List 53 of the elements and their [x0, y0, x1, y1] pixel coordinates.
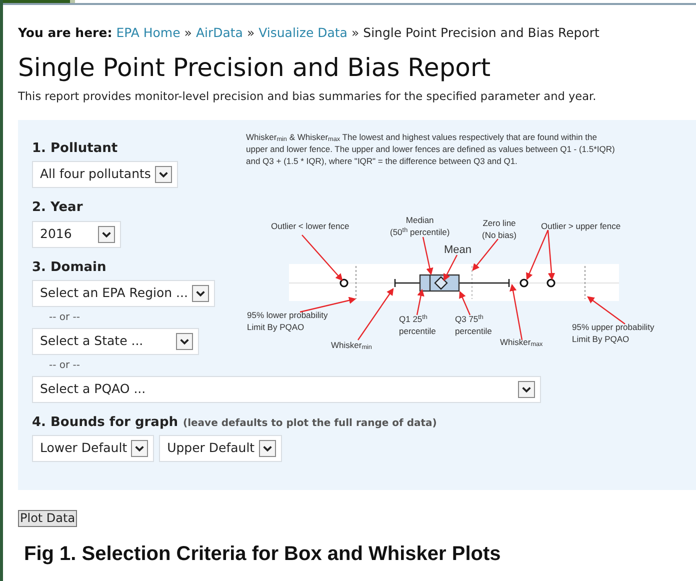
field-label: 2. Year: [32, 199, 84, 218]
diagram-label: Zero line (No bias): [482, 216, 516, 241]
chevron-icon: [176, 333, 193, 350]
diagram-label: 95% upper probability Limit By PQAO: [572, 320, 654, 345]
leader-line: [459, 290, 471, 315]
page-title: Single Point Precision and Bias Report: [18, 52, 492, 83]
figure-caption: Fig 1. Selection Criteria for Box and Whisker Plots: [24, 542, 502, 567]
chevron-icon: [131, 440, 148, 457]
leader-line: [302, 234, 343, 281]
diagram-label: Outlier > upper fence: [541, 220, 621, 232]
chevron-icon: [98, 226, 115, 243]
or-separator: -- or --: [49, 359, 82, 374]
leader-line: [510, 284, 523, 340]
breadcrumb-separator: »: [246, 24, 255, 42]
field-label: 3. Domain: [32, 258, 108, 277]
breadcrumb-link[interactable]: Visualize Data: [258, 24, 348, 43]
field-label: 1. Pollutant: [32, 140, 119, 158]
diagram-label: Whisker$_{max}$: [500, 336, 543, 348]
diagram-label: Outlier < lower fence: [271, 220, 350, 232]
leader-line: [443, 254, 458, 281]
page-description: This report provides monitor-level precision and bias summaries for the specified parameter and year.: [18, 88, 598, 105]
diagram-label: Mean: [444, 244, 472, 256]
leader-line: [472, 238, 498, 271]
dropdown[interactable]: 2016: [32, 220, 121, 248]
chevron-icon: [154, 166, 172, 184]
breadcrumb-link[interactable]: EPA Home: [116, 24, 180, 43]
field-label: 4. Bounds for graph: [32, 414, 178, 432]
dropdown[interactable]: Upper Default: [159, 434, 282, 462]
breadcrumb-label: You are here:: [18, 24, 112, 42]
chevron-icon: [258, 440, 276, 457]
field-hint: (leave defaults to plot the full range of data): [183, 417, 437, 432]
breadcrumb-current: Single Point Precision and Bias Report: [363, 24, 600, 42]
dropdown[interactable]: Select a State ...: [32, 328, 199, 356]
diagram-label: Q1 25$^{th}$ percentile: [399, 312, 436, 337]
diagram-label: Whisker$_{min}$: [331, 338, 372, 351]
leader-line: [422, 236, 434, 275]
diagram-label: Median (50$^{th}$ percentile): [390, 214, 450, 238]
dropdown[interactable]: Lower Default: [32, 434, 154, 462]
leader-line: [587, 296, 626, 324]
diagram-label: 95% lower probability Limit By PQAO: [247, 308, 328, 333]
chevron-icon: [192, 285, 209, 302]
chevron-icon: [518, 381, 535, 398]
plot-data-button[interactable]: Plot Data: [18, 510, 78, 527]
breadcrumb-separator: »: [184, 24, 192, 42]
breadcrumb-link[interactable]: AirData: [196, 24, 243, 43]
dropdown[interactable]: Select a PQAO ...: [32, 376, 541, 404]
or-separator: -- or --: [49, 311, 82, 326]
dropdown[interactable]: Select an EPA Region ...: [32, 280, 215, 308]
breadcrumb-separator: »: [351, 24, 360, 42]
whisker-definition-text: Whisker$_{min}$ & Whisker$_{max}$ The lowest and highest values respectively that are found within the upper and lower fence. The upper and lower fences are defined as values between Q1 - (1.5*IQR) and Q3 + (1.5 * IQR), where "IQR" = the difference between Q3 and Q1.: [246, 130, 616, 167]
leader-line: [416, 288, 424, 315]
dropdown[interactable]: All four pollutants: [32, 161, 178, 188]
diagram-label: Q3 75$^{th}$ percentile: [455, 312, 492, 337]
